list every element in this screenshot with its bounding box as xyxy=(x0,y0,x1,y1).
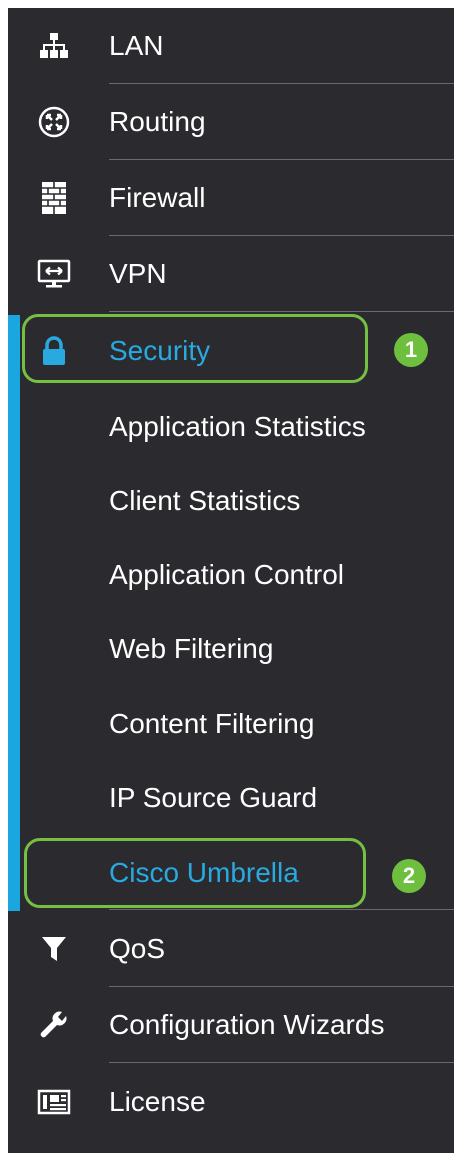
sub-item-application-control[interactable]: Application Control xyxy=(8,538,454,612)
sidebar-item-label: LAN xyxy=(109,30,164,61)
sidebar-item-label: VPN xyxy=(109,258,167,289)
sidebar-item-label: Firewall xyxy=(109,182,206,213)
sidebar-item-lan[interactable]: LAN xyxy=(8,8,454,84)
sub-item-web-filtering[interactable]: Web Filtering xyxy=(8,612,454,686)
sidebar-item-label: QoS xyxy=(109,933,166,964)
callout-badge-1: 1 xyxy=(394,333,428,367)
sidebar-nav: LAN Routing Firewall VPN Security Applic… xyxy=(8,8,454,1153)
sidebar-item-label: License xyxy=(109,1086,206,1117)
sidebar-item-qos[interactable]: QoS xyxy=(8,911,454,987)
filter-icon xyxy=(36,931,72,967)
sidebar-item-routing[interactable]: Routing xyxy=(8,84,454,160)
sub-item-content-filtering[interactable]: Content Filtering xyxy=(8,687,454,761)
vpn-icon xyxy=(36,256,72,292)
sidebar-item-firewall[interactable]: Firewall xyxy=(8,160,454,236)
firewall-icon xyxy=(36,180,72,216)
routing-icon xyxy=(36,104,72,140)
divider xyxy=(109,909,454,910)
sub-item-label: Client Statistics xyxy=(109,485,301,516)
callout-highlight-security xyxy=(22,314,368,383)
divider xyxy=(109,311,454,312)
sub-item-label: Application Statistics xyxy=(109,411,366,442)
sub-item-application-statistics[interactable]: Application Statistics xyxy=(8,390,454,464)
divider xyxy=(109,1062,454,1063)
sidebar-item-vpn[interactable]: VPN xyxy=(8,236,454,312)
sidebar-item-label: Routing xyxy=(109,106,206,137)
sidebar-item-label: Configuration Wizards xyxy=(109,1009,385,1040)
sub-item-label: Web Filtering xyxy=(109,633,274,664)
sub-item-ip-source-guard[interactable]: IP Source Guard xyxy=(8,761,454,835)
callout-badge-2: 2 xyxy=(392,859,426,893)
sidebar-item-configuration-wizards[interactable]: Configuration Wizards xyxy=(8,987,454,1063)
callout-highlight-cisco-umbrella xyxy=(24,838,366,908)
network-icon xyxy=(36,28,72,64)
sub-item-client-statistics[interactable]: Client Statistics xyxy=(8,464,454,538)
wrench-icon xyxy=(36,1007,72,1043)
sidebar-item-license[interactable]: License xyxy=(8,1064,454,1140)
sub-item-label: Application Control xyxy=(109,559,345,590)
sub-item-label: Content Filtering xyxy=(109,708,315,739)
license-icon xyxy=(36,1084,72,1120)
sub-item-label: IP Source Guard xyxy=(109,782,318,813)
